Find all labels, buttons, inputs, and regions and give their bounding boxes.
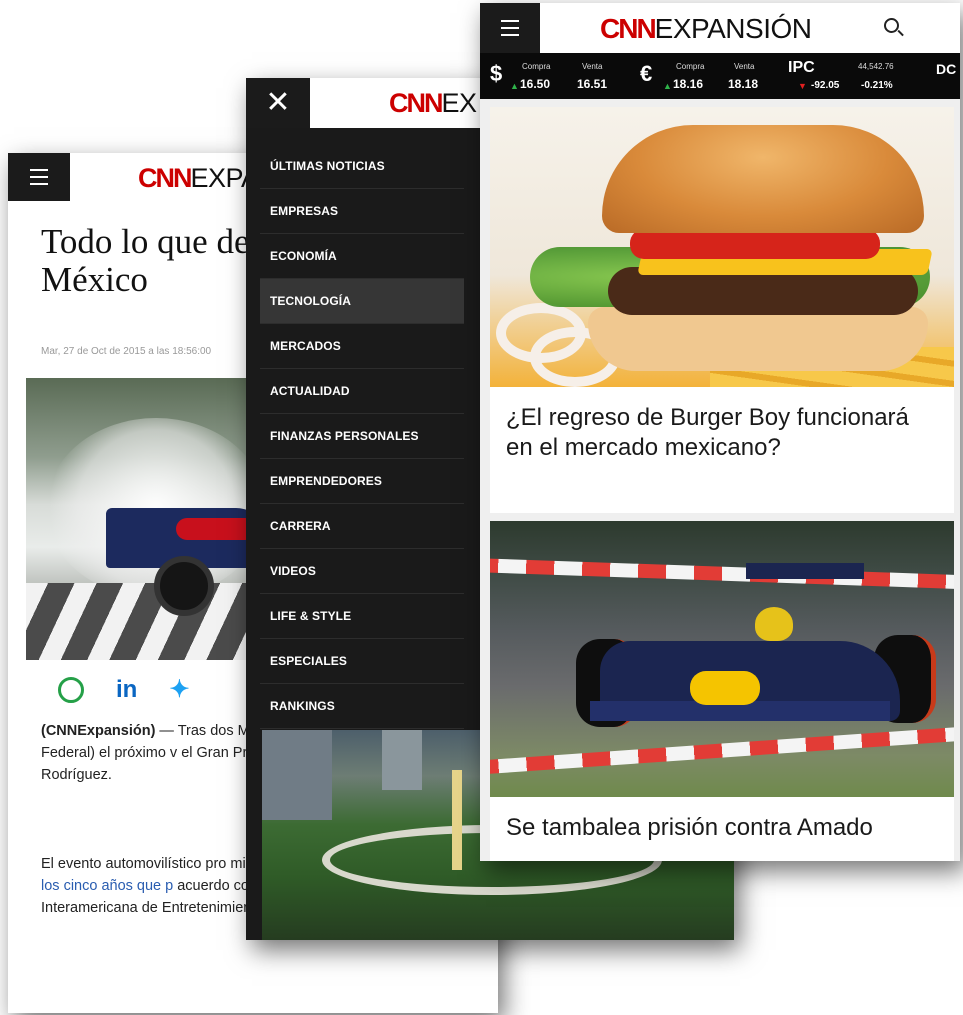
eur-buy-label: Compra xyxy=(676,62,705,71)
news-card[interactable]: ¿El regreso de Burger Boy funcionará en … xyxy=(490,107,954,513)
euro-icon: € xyxy=(640,61,653,86)
ipc-change: -92.05 xyxy=(811,80,840,91)
share-bar: in ✦ xyxy=(58,675,189,704)
f1-car-photo xyxy=(490,521,954,797)
news-card[interactable]: Se tambalea prisión contra Amado xyxy=(490,521,954,861)
eur-sell-label: Venta xyxy=(734,62,755,71)
logo[interactable]: CNNEX xyxy=(389,88,477,119)
article-source: (CNNExpansión) xyxy=(41,723,156,739)
article-link[interactable]: los cinco años que p xyxy=(41,878,173,894)
news-card-title[interactable]: Se tambalea prisión contra Amado xyxy=(506,813,936,843)
menu-item-finanzas-personales[interactable]: FINANZAS PERSONALES xyxy=(260,414,464,459)
menu-item-emprendedores[interactable]: EMPRENDEDORES xyxy=(260,459,464,504)
menu-button[interactable] xyxy=(8,153,70,201)
nav-menu: ÚLTIMAS NOTICIAS EMPRESAS ECONOMÍA TECNO… xyxy=(260,144,464,729)
up-arrow-icon: ▲ xyxy=(663,81,672,91)
next-index-label: DC xyxy=(936,61,957,77)
search-icon[interactable] xyxy=(884,18,899,33)
menu-item-ultimas-noticias[interactable]: ÚLTIMAS NOTICIAS xyxy=(260,144,464,189)
eur-buy-value: 18.16 xyxy=(673,77,704,91)
ipc-value: 44,542.76 xyxy=(858,62,894,71)
menu-item-life-style[interactable]: LIFE & STYLE xyxy=(260,594,464,639)
burger-photo xyxy=(490,107,954,387)
menu-item-actualidad[interactable]: ACTUALIDAD xyxy=(260,369,464,414)
usd-buy-label: Compra xyxy=(522,62,551,71)
dollar-icon: $ xyxy=(490,61,503,86)
article-date: Mar, 27 de Oct de 2015 a las 18:56:00 xyxy=(41,346,212,357)
menu-button[interactable] xyxy=(480,3,540,53)
market-ticker: $ Compra ▲ 16.50 Venta 16.51 € Compra ▲ … xyxy=(480,53,960,99)
usd-sell-value: 16.51 xyxy=(577,77,608,91)
close-icon: ✕ xyxy=(265,86,291,119)
whatsapp-icon[interactable] xyxy=(58,676,84,703)
up-arrow-icon: ▲ xyxy=(510,81,519,91)
twitter-icon[interactable]: ✦ xyxy=(169,675,189,704)
close-button[interactable]: ✕ xyxy=(246,78,310,128)
logo-cnn: CNN xyxy=(138,163,192,193)
hamburger-icon xyxy=(501,18,519,39)
eur-sell-value: 18.18 xyxy=(728,77,759,91)
menu-item-mercados[interactable]: MERCADOS xyxy=(260,324,464,369)
logo[interactable]: CNNEXPANSIÓN xyxy=(600,13,812,45)
linkedin-icon[interactable]: in xyxy=(116,676,137,704)
logo[interactable]: CNNEXPA xyxy=(138,163,259,194)
logo-expansion: EX xyxy=(441,88,478,118)
menu-item-empresas[interactable]: EMPRESAS xyxy=(260,189,464,234)
ipc-percent: -0.21% xyxy=(861,80,893,91)
usd-buy-value: 16.50 xyxy=(520,77,551,91)
logo-expansion: EXPANSIÓN xyxy=(654,13,812,44)
home-phone: CNNEXPANSIÓN $ Compra ▲ 16.50 Venta 16.5… xyxy=(480,3,960,861)
usd-sell-label: Venta xyxy=(582,62,603,71)
menu-item-tecnologia[interactable]: TECNOLOGÍA xyxy=(260,279,464,324)
menu-item-especiales[interactable]: ESPECIALES xyxy=(260,639,464,684)
ipc-label: IPC xyxy=(788,59,815,76)
menu-item-carrera[interactable]: CARRERA xyxy=(260,504,464,549)
logo-cnn: CNN xyxy=(600,13,657,44)
hamburger-icon xyxy=(30,167,48,188)
news-card-title[interactable]: ¿El regreso de Burger Boy funcionará en … xyxy=(506,403,936,463)
menu-item-videos[interactable]: VIDEOS xyxy=(260,549,464,594)
menu-item-economia[interactable]: ECONOMÍA xyxy=(260,234,464,279)
menu-item-rankings[interactable]: RANKINGS xyxy=(260,684,464,729)
down-arrow-icon: ▼ xyxy=(798,81,807,91)
logo-cnn: CNN xyxy=(389,88,443,118)
